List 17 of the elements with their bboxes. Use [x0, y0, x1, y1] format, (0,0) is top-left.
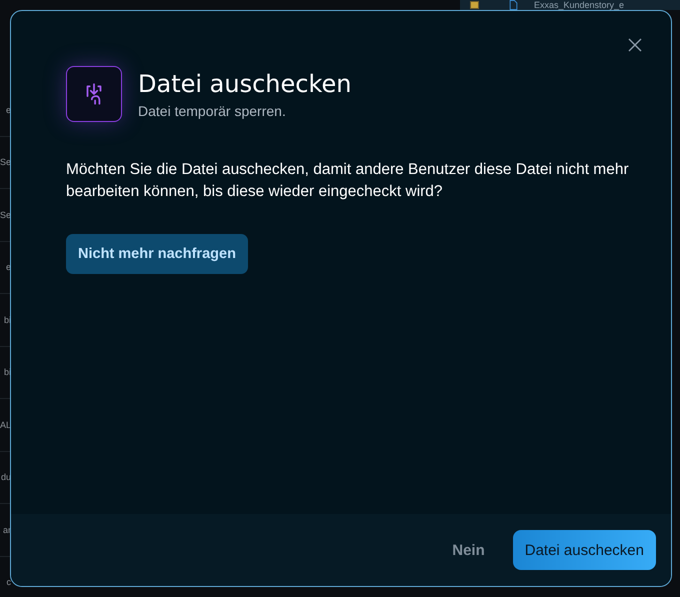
file-name: Exxas_Kundenstory_e — [534, 0, 624, 10]
list-item-text: Se — [0, 157, 11, 168]
list-item-text: ar — [2, 524, 11, 535]
dialog-title: Datei auschecken — [138, 69, 352, 99]
dont-ask-again-button[interactable]: Nicht mehr nachfragen — [66, 234, 248, 274]
checkbox[interactable] — [470, 1, 479, 9]
file-row[interactable]: Exxas_Kundenstory_e — [460, 0, 680, 10]
document-icon — [509, 0, 518, 10]
list-item-text: c — [6, 577, 11, 588]
dialog-message: Möchten Sie die Datei auschecken, damit andere Benutzer diese Datei nicht mehr bearbeiten können, bis diese wieder eingecheckt wird? — [66, 160, 630, 202]
close-icon[interactable] — [628, 38, 642, 52]
dialog-subtitle: Datei temporär sperren. — [138, 103, 287, 119]
no-button[interactable]: Nein — [436, 530, 501, 570]
list-item-text: Se — [0, 210, 11, 220]
list-item-text: AL — [0, 420, 11, 430]
checkout-icon — [66, 66, 122, 122]
checkout-button[interactable]: Datei auschecken — [512, 530, 656, 570]
